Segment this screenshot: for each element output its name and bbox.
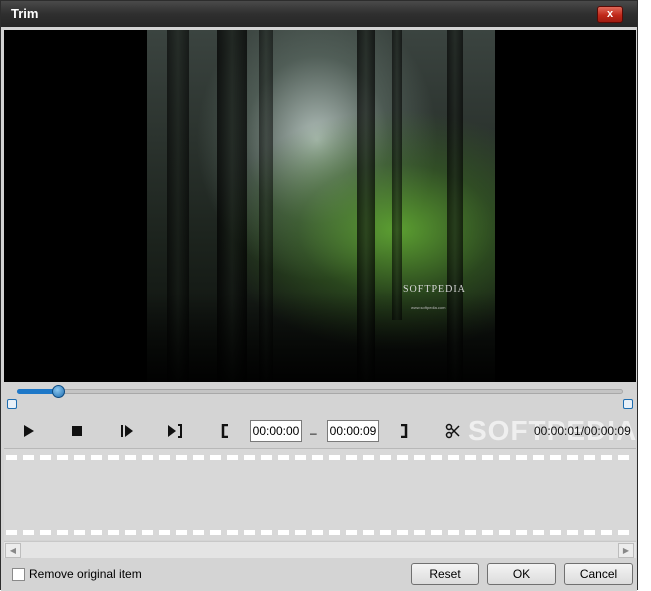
next-frame-button[interactable]: [119, 423, 135, 439]
seek-handle[interactable]: [52, 385, 66, 398]
go-to-end-button[interactable]: [167, 423, 183, 439]
dialog-footer: Remove original item Reset OK Cancel: [1, 559, 637, 591]
reset-button[interactable]: Reset: [411, 563, 479, 585]
film-edge-bottom: [6, 530, 634, 535]
play-icon: [24, 425, 34, 437]
split-button[interactable]: [445, 423, 461, 439]
end-time-input[interactable]: 00:00:09: [327, 420, 379, 442]
seek-track[interactable]: [17, 389, 623, 394]
playback-controls: 00:00:00 – 00:00:09 SOFTPEDIA 00:00:01/0…: [4, 415, 636, 447]
remove-original-checkbox[interactable]: [12, 568, 25, 581]
bracket-left-icon: [221, 424, 228, 438]
video-preview: SOFTPEDIA www.softpedia.com: [4, 30, 636, 382]
clip-strip: [4, 448, 636, 540]
bracket-right-icon: [401, 424, 408, 438]
set-end-button[interactable]: [396, 423, 412, 439]
title-bar: Trim x: [1, 1, 637, 27]
jump-end-icon: [168, 424, 182, 438]
remove-original-label: Remove original item: [29, 567, 142, 581]
film-edge-top: [6, 455, 634, 460]
trim-dialog: Trim x SOFTPEDIA www.softpedia.com 00:00…: [0, 0, 638, 591]
scroll-right-button[interactable]: ▶: [618, 543, 634, 558]
trim-start-marker[interactable]: [7, 399, 17, 409]
scroll-left-button[interactable]: ◀: [5, 543, 21, 558]
stop-icon: [72, 426, 82, 436]
video-watermark: SOFTPEDIA: [403, 284, 466, 295]
ok-button[interactable]: OK: [487, 563, 556, 585]
stop-button[interactable]: [69, 423, 85, 439]
horizontal-scrollbar[interactable]: ◀ ▶: [4, 541, 636, 558]
trim-timeline: [4, 384, 636, 414]
time-range-separator: –: [310, 426, 317, 440]
set-start-button[interactable]: [217, 423, 233, 439]
cancel-button[interactable]: Cancel: [564, 563, 633, 585]
step-forward-icon: [121, 425, 133, 437]
start-time-input[interactable]: 00:00:00: [250, 420, 302, 442]
trim-end-marker[interactable]: [623, 399, 633, 409]
video-frame: SOFTPEDIA www.softpedia.com: [147, 30, 495, 382]
scissors-icon: [445, 423, 460, 439]
window-title: Trim: [11, 6, 39, 21]
play-button[interactable]: [21, 423, 37, 439]
time-counter: 00:00:01/00:00:09: [534, 424, 631, 438]
video-watermark-url: www.softpedia.com: [411, 305, 446, 310]
close-button[interactable]: x: [597, 6, 623, 23]
